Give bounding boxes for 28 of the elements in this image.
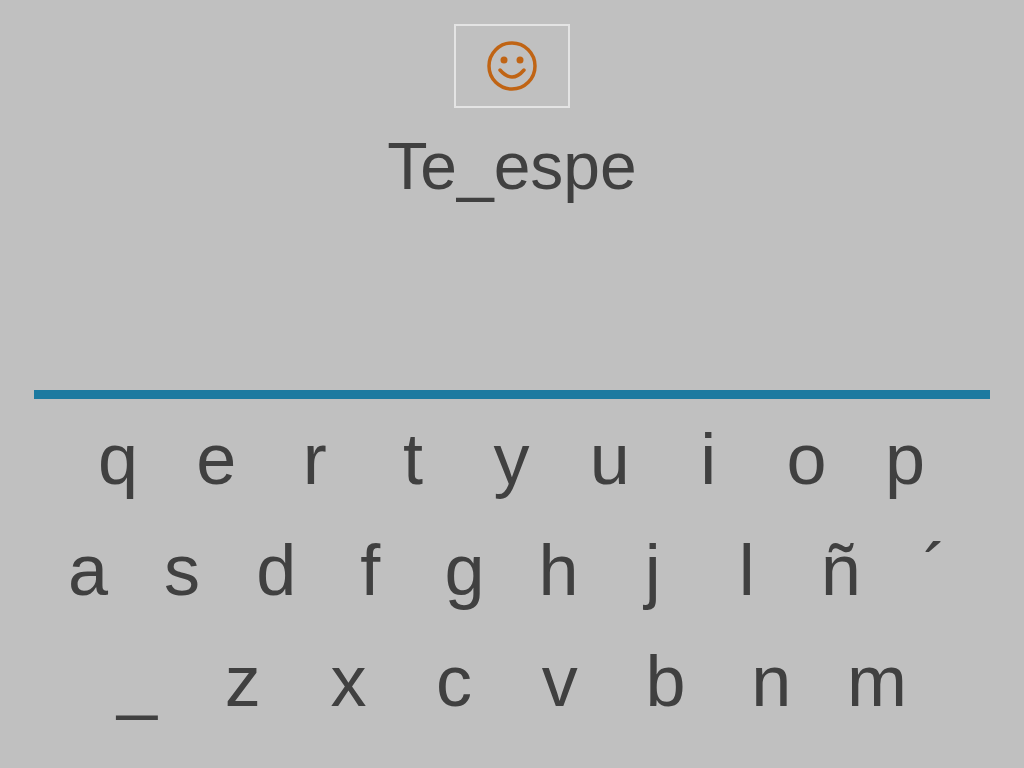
- letter-key[interactable]: _: [107, 639, 167, 723]
- letter-key[interactable]: l: [716, 528, 777, 612]
- letter-key[interactable]: v: [529, 639, 590, 723]
- letter-key[interactable]: e: [186, 417, 247, 501]
- letter-key[interactable]: u: [579, 417, 640, 501]
- letter-key[interactable]: ñ: [810, 528, 871, 612]
- letter-key[interactable]: s: [152, 528, 213, 612]
- letter-key[interactable]: x: [318, 639, 379, 723]
- letter-key[interactable]: q: [88, 417, 148, 501]
- letter-key[interactable]: f: [340, 528, 401, 612]
- letter-key[interactable]: o: [776, 417, 837, 501]
- letter-key[interactable]: d: [246, 528, 307, 612]
- letter-key[interactable]: y: [481, 417, 542, 501]
- letter-key[interactable]: n: [741, 639, 802, 723]
- letter-key[interactable]: t: [383, 417, 444, 501]
- letter-key[interactable]: a: [58, 528, 118, 612]
- letter-key[interactable]: j: [622, 528, 683, 612]
- letter-key[interactable]: m: [846, 639, 907, 723]
- letter-key[interactable]: h: [528, 528, 589, 612]
- letter-key[interactable]: p: [875, 417, 935, 501]
- letter-key[interactable]: g: [434, 528, 495, 612]
- letter-key[interactable]: b: [635, 639, 696, 723]
- letter-key[interactable]: c: [424, 639, 485, 723]
- letter-key[interactable]: i: [678, 417, 739, 501]
- letter-key[interactable]: z: [212, 639, 273, 723]
- smiley-icon: [486, 40, 538, 92]
- letter-key[interactable]: r: [284, 417, 345, 501]
- letter-key[interactable]: ´: [905, 528, 965, 612]
